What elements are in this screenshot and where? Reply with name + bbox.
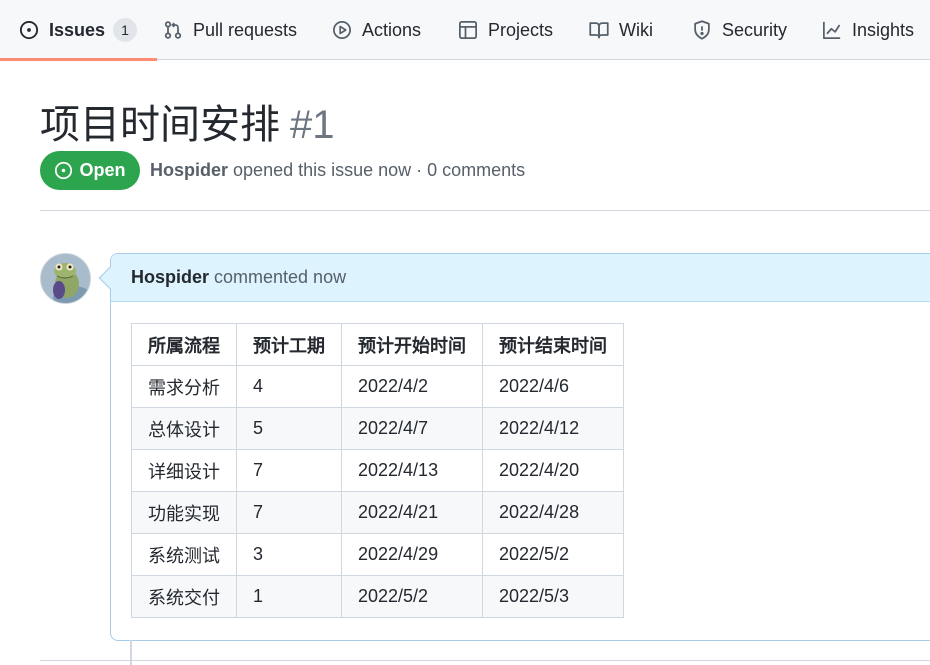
- tab-label: Security: [722, 19, 788, 40]
- tab-label: Wiki: [619, 19, 653, 40]
- table-cell: 2022/5/2: [482, 533, 624, 576]
- table-cell: 总体设计: [131, 407, 237, 450]
- table-row: 总体设计 5 2022/4/7 2022/4/12: [131, 407, 624, 450]
- frog-avatar-image: [41, 254, 90, 303]
- timeline-line: [130, 640, 132, 665]
- table-cell: 2022/4/7: [341, 407, 483, 450]
- issue-opened-icon: [55, 161, 73, 180]
- table-header-cell: 预计结束时间: [482, 323, 624, 366]
- git-pull-request-icon: [162, 19, 184, 41]
- table-row: 需求分析 4 2022/4/2 2022/4/6: [131, 365, 624, 408]
- tab-label: Pull requests: [193, 19, 298, 40]
- table-row: 系统交付 1 2022/5/2 2022/5/3: [131, 575, 624, 618]
- shield-icon: [691, 19, 713, 41]
- play-icon: [331, 19, 353, 41]
- table-row: 详细设计 7 2022/4/13 2022/4/20: [131, 449, 624, 492]
- issue-state-label: Open: [79, 160, 126, 180]
- table-header-row: 所属流程 预计工期 预计开始时间 预计结束时间: [131, 323, 624, 366]
- table-cell: 2022/4/29: [341, 533, 483, 576]
- book-icon: [588, 19, 610, 41]
- tab-projects[interactable]: Projects: [457, 0, 553, 60]
- issue-author-link[interactable]: Hospider: [150, 160, 228, 180]
- tab-actions[interactable]: Actions: [331, 0, 421, 60]
- table-row: 功能实现 7 2022/4/21 2022/4/28: [131, 491, 624, 534]
- table-cell: 2022/4/20: [482, 449, 624, 492]
- schedule-table: 所属流程 预计工期 预计开始时间 预计结束时间 需求分析 4 2022/4/2 …: [131, 323, 624, 618]
- table-cell: 系统测试: [131, 533, 237, 576]
- comment-box: Hospider commented now 所属流程 预计工期 预计开始时间 …: [98, 253, 930, 641]
- tab-pull-requests[interactable]: Pull requests: [162, 0, 297, 60]
- issue-opened-icon: [18, 19, 40, 41]
- tab-label: Issues: [49, 19, 106, 40]
- avatar[interactable]: [40, 253, 91, 304]
- table-cell: 2022/4/13: [341, 449, 483, 492]
- comment-header: Hospider commented now: [111, 254, 930, 302]
- issue-meta-text: opened this issue now · 0 comments: [233, 160, 526, 180]
- table-cell: 7: [236, 491, 342, 534]
- graph-icon: [821, 19, 843, 41]
- table-cell: 系统交付: [131, 575, 237, 618]
- table-row: 系统测试 3 2022/4/29 2022/5/2: [131, 533, 624, 576]
- table-cell: 2022/4/2: [341, 365, 483, 408]
- table-cell: 2022/4/6: [482, 365, 624, 408]
- table-cell: 5: [236, 407, 342, 450]
- issues-counter: 1: [113, 18, 138, 42]
- issue-number: #1: [290, 103, 335, 147]
- table-cell: 2022/4/21: [341, 491, 483, 534]
- table-cell: 2022/5/2: [341, 575, 483, 618]
- table-cell: 2022/4/28: [482, 491, 624, 534]
- tab-wiki[interactable]: Wiki: [588, 0, 653, 60]
- table-cell: 详细设计: [131, 449, 237, 492]
- tab-label: Insights: [852, 19, 915, 40]
- table-cell: 需求分析: [131, 365, 237, 408]
- tab-issues[interactable]: Issues 1: [0, 0, 158, 61]
- table-cell: 2022/4/12: [482, 407, 624, 450]
- tab-insights[interactable]: Insights: [821, 0, 914, 60]
- tab-security[interactable]: Security: [691, 0, 787, 60]
- table-icon: [457, 19, 479, 41]
- tab-label: Actions: [362, 19, 422, 40]
- table-header-cell: 预计工期: [236, 323, 342, 366]
- table-cell: 1: [236, 575, 342, 618]
- table-cell: 3: [236, 533, 342, 576]
- table-header-cell: 预计开始时间: [341, 323, 483, 366]
- repo-tab-nav: Issues 1 Pull requests Actions Projects …: [0, 0, 930, 61]
- header-divider: [40, 210, 930, 211]
- table-cell: 2022/5/3: [482, 575, 624, 618]
- issue-title-text: 项目时间安排: [40, 103, 280, 147]
- table-header-cell: 所属流程: [131, 323, 237, 366]
- timeline-divider: [40, 660, 930, 661]
- issue-meta: Hospider opened this issue now · 0 comme…: [150, 160, 525, 181]
- issue-state-badge: Open: [40, 151, 140, 190]
- table-cell: 7: [236, 449, 342, 492]
- table-cell: 4: [236, 365, 342, 408]
- tab-label: Projects: [488, 19, 554, 40]
- comment-timestamp: commented now: [214, 267, 347, 287]
- issue-title: 项目时间安排 #1: [40, 92, 335, 150]
- table-cell: 功能实现: [131, 491, 237, 534]
- comment-author-link[interactable]: Hospider: [131, 267, 209, 288]
